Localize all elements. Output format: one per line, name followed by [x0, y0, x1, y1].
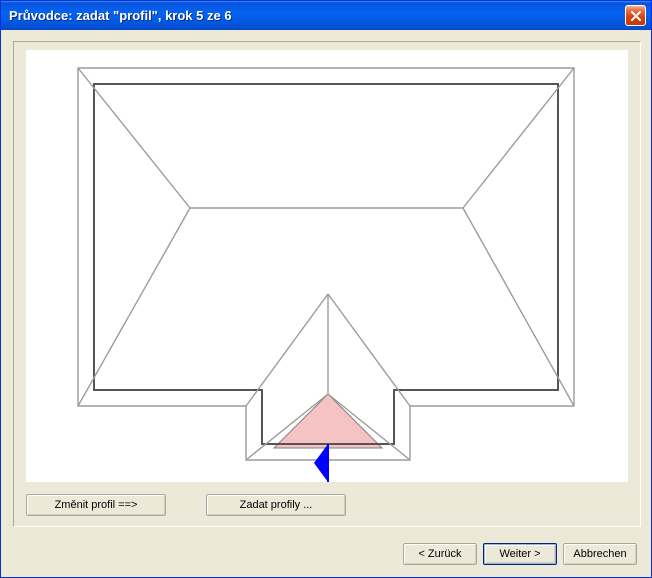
- back-button[interactable]: < Zurück: [403, 543, 477, 565]
- close-button[interactable]: [625, 5, 646, 26]
- close-icon: [630, 10, 642, 22]
- valley-r: [328, 294, 410, 406]
- direction-arrow-icon: [314, 444, 328, 482]
- window-title: Průvodce: zadat "profil", krok 5 ze 6: [9, 8, 232, 23]
- panel-buttons: Změnit profil ==> Zadat profily ...: [26, 494, 346, 516]
- valley-l: [246, 294, 328, 406]
- cancel-button[interactable]: Abbrechen: [563, 543, 637, 565]
- roof-plan-svg: [26, 50, 630, 482]
- roof-plan-canvas: [26, 50, 628, 482]
- next-button[interactable]: Weiter >: [483, 543, 557, 565]
- titlebar: Průvodce: zadat "profil", krok 5 ze 6: [1, 1, 651, 30]
- change-profile-button[interactable]: Změnit profil ==>: [26, 494, 166, 516]
- wizard-window: Průvodce: zadat "profil", krok 5 ze 6: [0, 0, 652, 578]
- wizard-nav: < Zurück Weiter > Abbrechen: [403, 543, 637, 565]
- client-area: Změnit profil ==> Zadat profily ... < Zu…: [1, 30, 651, 577]
- selected-face: [274, 394, 382, 448]
- inner-wall: [94, 84, 558, 444]
- content-panel: Změnit profil ==> Zadat profily ...: [13, 41, 641, 527]
- enter-profiles-button[interactable]: Zadat profily ...: [206, 494, 346, 516]
